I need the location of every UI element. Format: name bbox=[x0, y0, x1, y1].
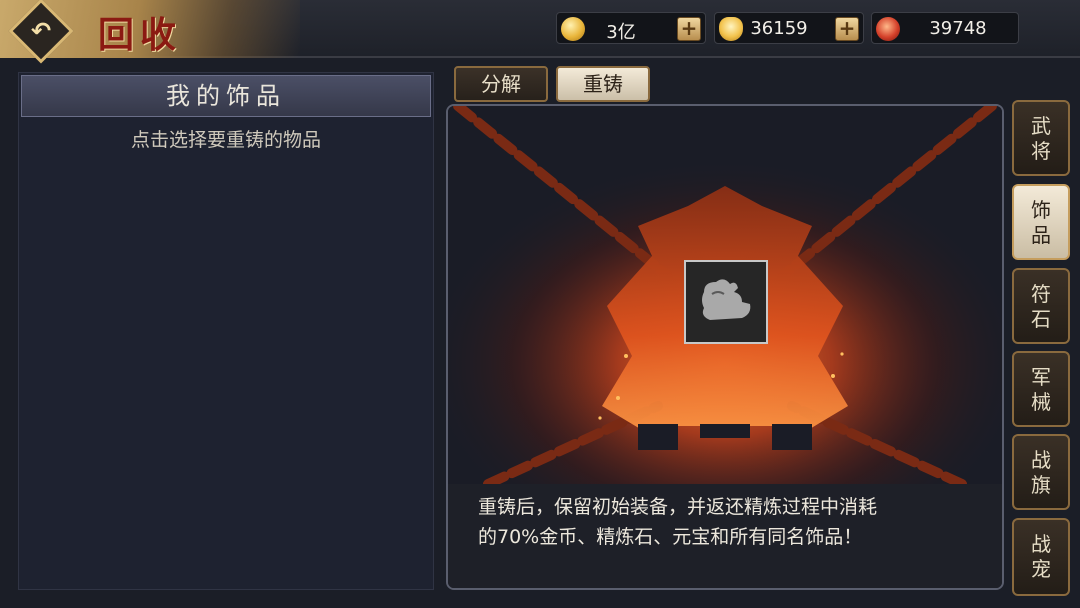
category-tab-runestones[interactable]: 符石 bbox=[1012, 268, 1070, 344]
category-label: 军械 bbox=[1031, 365, 1051, 414]
ornament-icon bbox=[686, 262, 766, 342]
inventory-panel: 我的饰品 点击选择要重铸的物品 bbox=[18, 72, 434, 590]
currency-copper: 3亿 + bbox=[556, 12, 706, 44]
currency-value: 36159 bbox=[750, 18, 808, 39]
reforge-description: 重铸后，保留初始装备，并返还精炼过程中消耗 的70%金币、精炼石、元宝和所有同名… bbox=[448, 484, 1002, 588]
back-arrow-icon: ↶ bbox=[30, 17, 52, 45]
tab-decompose[interactable]: 分解 bbox=[454, 66, 548, 102]
inventory-hint: 点击选择要重铸的物品 bbox=[130, 129, 321, 151]
category-tab-armory[interactable]: 军械 bbox=[1012, 351, 1070, 427]
category-tab-banners[interactable]: 战旗 bbox=[1012, 434, 1070, 510]
category-tab-ornaments[interactable]: 饰品 bbox=[1012, 184, 1070, 260]
reforge-panel: 重铸后，保留初始装备，并返还精炼过程中消耗 的70%金币、精炼石、元宝和所有同名… bbox=[446, 104, 1004, 590]
currency-value: 39748 bbox=[929, 18, 987, 39]
category-tab-generals[interactable]: 武将 bbox=[1012, 100, 1070, 176]
category-tab-pets[interactable]: 战宠 bbox=[1012, 518, 1070, 596]
currency-value: 3亿 bbox=[606, 22, 636, 43]
currency-stone: 39748 bbox=[871, 12, 1019, 44]
category-label: 符石 bbox=[1031, 282, 1051, 331]
category-label: 武将 bbox=[1031, 114, 1051, 163]
category-label: 战宠 bbox=[1031, 532, 1051, 581]
stone-icon bbox=[876, 17, 900, 41]
add-gold-button[interactable]: + bbox=[835, 17, 859, 41]
category-label: 饰品 bbox=[1031, 198, 1051, 247]
description-line-2: 的70%金币、精炼石、元宝和所有同名饰品！ bbox=[478, 526, 863, 548]
inventory-title: 我的饰品 bbox=[166, 82, 286, 110]
category-label: 战旗 bbox=[1031, 448, 1051, 497]
reforge-item-slot[interactable] bbox=[684, 260, 768, 344]
add-copper-button[interactable]: + bbox=[677, 17, 701, 41]
tab-reforge[interactable]: 重铸 bbox=[556, 66, 650, 102]
description-line-1: 重铸后，保留初始装备，并返还精炼过程中消耗 bbox=[478, 496, 878, 518]
inventory-header: 我的饰品 bbox=[21, 75, 431, 117]
top-bar: ↶ 回收 3亿 + 36159 + 39748 bbox=[0, 0, 1080, 64]
currency-gold: 36159 + bbox=[714, 12, 864, 44]
page-title: 回收 bbox=[98, 14, 183, 56]
